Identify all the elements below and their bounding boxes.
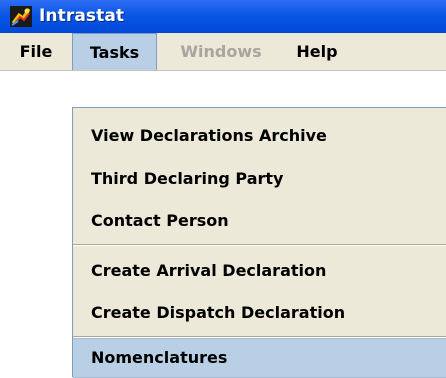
- menu-item-nomenclatures[interactable]: Nomenclatures: [73, 338, 446, 378]
- menu-windows: Windows: [180, 42, 262, 61]
- menu-item-third-declaring-party[interactable]: Third Declaring Party: [73, 159, 446, 198]
- tasks-dropdown-menu: View Declarations Archive Third Declarin…: [72, 107, 446, 378]
- title-bar[interactable]: Intrastat: [0, 0, 446, 33]
- menu-help[interactable]: Help: [285, 33, 349, 70]
- menu-item-view-declarations-archive[interactable]: View Declarations Archive: [73, 116, 446, 155]
- menu-item-contact-person[interactable]: Contact Person: [73, 201, 446, 240]
- menu-file[interactable]: File: [0, 33, 72, 70]
- menu-separator: [73, 244, 446, 246]
- menu-tasks[interactable]: Tasks: [72, 33, 157, 70]
- menu-bar: File Tasks Windows Help: [0, 33, 446, 71]
- menu-item-create-dispatch-declaration[interactable]: Create Dispatch Declaration: [73, 293, 446, 332]
- menu-item-create-arrival-declaration[interactable]: Create Arrival Declaration: [73, 251, 446, 290]
- window-title: Intrastat: [39, 6, 125, 26]
- intrastat-app-icon: [10, 6, 32, 27]
